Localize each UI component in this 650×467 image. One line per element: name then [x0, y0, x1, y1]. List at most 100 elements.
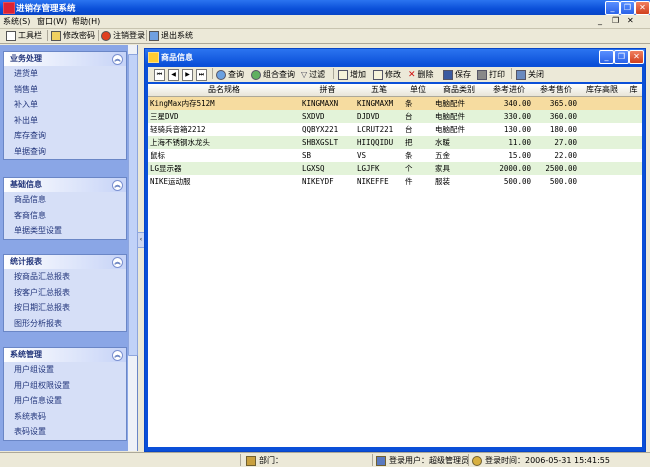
save-button[interactable]: 保存 [443, 69, 471, 80]
cell-stock-max[interactable] [579, 149, 625, 162]
cell-stock-max[interactable] [579, 97, 625, 110]
tools-button[interactable]: 工具栏 [6, 30, 42, 41]
table-row[interactable]: 鼠标 SB VS 条五金 15.00 22.00 [148, 149, 642, 162]
cell-name[interactable]: KingMax内存512M [148, 97, 300, 110]
sidebar-item-product-info[interactable]: 商品信息 [4, 192, 126, 208]
filter-button[interactable]: ▽ 过滤 [301, 69, 325, 80]
sidebar-item-group-permissions[interactable]: 用户组权限设置 [4, 378, 126, 394]
sidebar-group-header[interactable]: 统计报表 ︽ [4, 255, 126, 269]
cell-category[interactable]: 服装 [433, 175, 485, 188]
cell-stock-max[interactable] [579, 175, 625, 188]
cell-sale-price[interactable]: 180.00 [533, 123, 579, 136]
cell-pinyin[interactable]: LGXSQ [300, 162, 355, 175]
sidebar-group-header[interactable]: 基础信息 ︽ [4, 178, 126, 192]
close-window-button[interactable]: 关闭 [516, 69, 544, 80]
menu-help[interactable]: 帮助(H) [72, 16, 100, 27]
menu-window[interactable]: 窗口(W) [37, 16, 67, 27]
previous-record-icon[interactable]: ◀ [168, 69, 179, 81]
cell-sale-price[interactable]: 27.00 [533, 136, 579, 149]
sidebar-item-stock-in[interactable]: 补入单 [4, 97, 126, 113]
cell-unit[interactable]: 台 [403, 110, 433, 123]
sidebar-item-chart-report[interactable]: 图形分析报表 [4, 316, 126, 332]
mdi-close-button[interactable]: ✕ [627, 16, 634, 25]
column-header-truncated[interactable]: 库 [625, 84, 642, 97]
cell-name[interactable]: 三星DVD [148, 110, 300, 123]
combo-query-button[interactable]: 组合查询 [251, 69, 295, 80]
sidebar-item-document-query[interactable]: 单据查询 [4, 144, 126, 160]
column-header-category[interactable]: 商品类别 [433, 84, 486, 97]
cell-name[interactable]: LG显示器 [148, 162, 300, 175]
cell-wubi[interactable]: HIIQQIDU [355, 136, 403, 149]
cell-stock-max[interactable] [579, 136, 625, 149]
cell-purchase-price[interactable]: 15.00 [485, 149, 533, 162]
sidebar-item-user-info[interactable]: 用户信息设置 [4, 393, 126, 409]
cell-unit[interactable]: 件 [403, 175, 433, 188]
cell-stock-max[interactable] [579, 110, 625, 123]
print-button[interactable]: 打印 [477, 69, 505, 80]
collapse-chevron-icon[interactable]: ︽ [112, 54, 123, 65]
cell-name[interactable]: 轻骑兵音箱2212 [148, 123, 300, 136]
column-header-wubi[interactable]: 五笔 [355, 84, 404, 97]
cell-pinyin[interactable]: QQBYX221 [300, 123, 355, 136]
window-minimize-button[interactable]: _ [599, 50, 614, 64]
sidebar-item-sales[interactable]: 销售单 [4, 82, 126, 98]
table-row[interactable]: 轻骑兵音箱2212 QQBYX221 LCRUT221 台电脑配件 130.00 180.… [148, 123, 642, 136]
cell-name[interactable]: 鼠标 [148, 149, 300, 162]
cell-unit[interactable]: 把 [403, 136, 433, 149]
cell-unit[interactable]: 条 [403, 97, 433, 110]
first-record-icon[interactable]: ⏮ [154, 69, 165, 81]
minimize-button[interactable]: _ [605, 1, 620, 15]
delete-button[interactable]: ✕ 删除 [408, 69, 434, 80]
next-record-icon[interactable]: ▶ [182, 69, 193, 81]
cell-name[interactable]: NIKE运动服 [148, 175, 300, 188]
cell-pinyin[interactable]: NIKEYDF [300, 175, 355, 188]
sidebar-item-customer-info[interactable]: 客商信息 [4, 208, 126, 224]
menu-system[interactable]: 系统(S) [3, 16, 30, 27]
cell-stock-max[interactable] [579, 162, 625, 175]
cell-sale-price[interactable]: 2500.00 [533, 162, 579, 175]
close-button[interactable]: ✕ [635, 1, 650, 15]
sidebar-item-stock-out[interactable]: 补出单 [4, 113, 126, 129]
table-row[interactable]: 三星DVD SXDVD DJDVD 台电脑配件 330.00 360.00 [148, 110, 642, 123]
mdi-minimize-button[interactable]: _ [598, 16, 602, 25]
window-close-button[interactable]: ✕ [629, 50, 644, 64]
sidebar-item-user-group[interactable]: 用户组设置 [4, 362, 126, 378]
scrollbar-thumb[interactable] [128, 54, 138, 356]
column-header-sale-price[interactable]: 参考售价 [533, 84, 580, 97]
cell-pinyin[interactable]: SHBXGSLT [300, 136, 355, 149]
query-button[interactable]: 查询 [216, 69, 244, 80]
add-button[interactable]: 增加 [338, 69, 366, 80]
cell-stock-max[interactable] [579, 123, 625, 136]
sidebar-group-header[interactable]: 系统管理 ︽ [4, 348, 126, 362]
column-header-pinyin[interactable]: 拼音 [300, 84, 356, 97]
edit-button[interactable]: 修改 [373, 69, 401, 80]
cell-wubi[interactable]: LGJFK [355, 162, 403, 175]
mdi-restore-button[interactable]: ❐ [612, 16, 619, 25]
cell-wubi[interactable]: KINGMAXM [355, 97, 403, 110]
column-header-name[interactable]: 品名规格 [148, 84, 301, 97]
restore-button[interactable]: ❐ [620, 1, 635, 15]
cell-wubi[interactable]: LCRUT221 [355, 123, 403, 136]
cell-purchase-price[interactable]: 340.00 [485, 97, 533, 110]
cell-wubi[interactable]: NIKEFFE [355, 175, 403, 188]
change-password-button[interactable]: 修改密码 [51, 30, 95, 41]
cell-sale-price[interactable]: 22.00 [533, 149, 579, 162]
cell-category[interactable]: 家具 [433, 162, 485, 175]
column-header-purchase-price[interactable]: 参考进价 [485, 84, 534, 97]
last-record-icon[interactable]: ⏭ [196, 69, 207, 81]
column-header-stock-max[interactable]: 库存高限 [579, 84, 626, 97]
table-row[interactable]: 上海不锈钢水龙头 SHBXGSLT HIIQQIDU 把水暖 11.00 27.00 [148, 136, 642, 149]
collapse-chevron-icon[interactable]: ︽ [112, 257, 123, 268]
sidebar-group-header[interactable]: 业务处理 ︽ [4, 52, 126, 66]
sidebar-item-code-settings[interactable]: 表码设置 [4, 424, 126, 440]
logout-button[interactable]: 注销登录 [101, 30, 145, 41]
cell-sale-price[interactable]: 360.00 [533, 110, 579, 123]
cell-purchase-price[interactable]: 11.00 [485, 136, 533, 149]
cell-category[interactable]: 电脑配件 [433, 123, 485, 136]
cell-sale-price[interactable]: 500.00 [533, 175, 579, 188]
collapse-chevron-icon[interactable]: ︽ [112, 180, 123, 191]
cell-category[interactable]: 五金 [433, 149, 485, 162]
collapse-chevron-icon[interactable]: ︽ [112, 350, 123, 361]
cell-sale-price[interactable]: 365.00 [533, 97, 579, 110]
product-grid[interactable]: 品名规格 拼音 五笔 单位 商品类别 参考进价 参考售价 库存高限 库 King… [148, 84, 642, 447]
